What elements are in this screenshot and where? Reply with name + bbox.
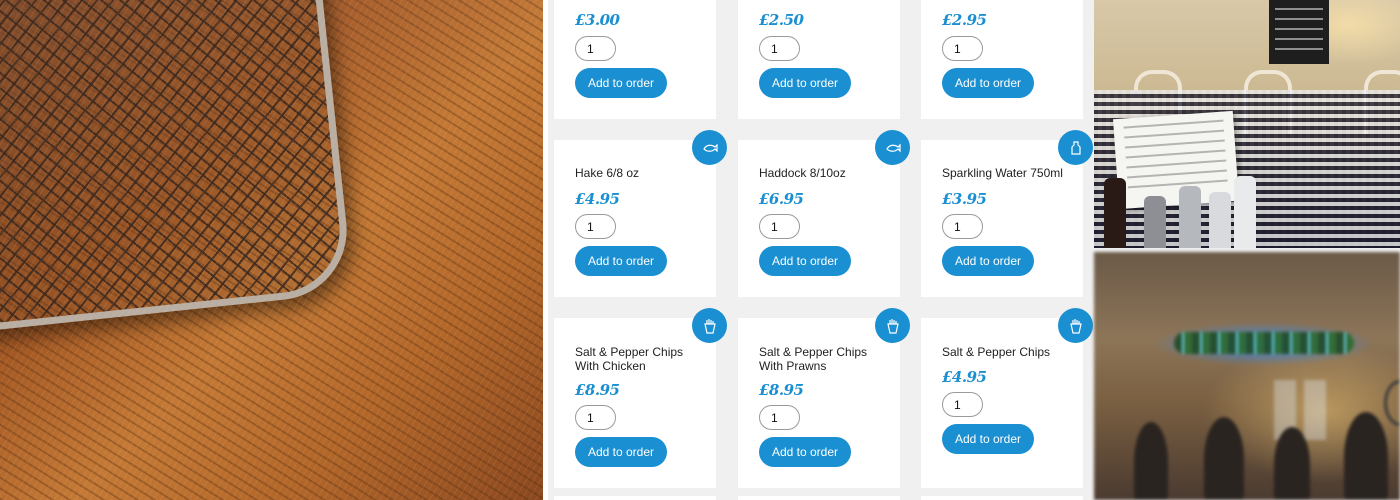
condiment-bottle	[1104, 178, 1126, 248]
product-name: Salt & Pepper Chips With Prawns	[759, 345, 868, 373]
fish-icon	[692, 130, 727, 165]
product-price: £4.95	[575, 190, 620, 208]
menu-chalkboard	[1269, 0, 1329, 64]
product-card: Haddock 8/10oz £6.95 Add to order	[738, 130, 910, 297]
product-price: £4.95	[942, 368, 987, 386]
product-card: £2.50 Add to order	[738, 0, 900, 119]
product-card	[738, 496, 900, 500]
quantity-input[interactable]	[942, 214, 983, 239]
quantity-input[interactable]	[759, 405, 800, 430]
diner	[1274, 427, 1310, 500]
diner	[1204, 417, 1244, 500]
product-name: Sparkling Water 750ml	[942, 166, 1063, 180]
bottle-icon	[1058, 130, 1093, 165]
condiment-bottle	[1144, 196, 1166, 248]
wall-clock	[1384, 380, 1400, 426]
product-name: Salt & Pepper Chips	[942, 345, 1051, 359]
add-to-order-button[interactable]: Add to order	[759, 246, 851, 276]
christmas-garland	[1174, 332, 1354, 354]
product-card: Salt & Pepper Chips £4.95 Add to order	[921, 308, 1093, 488]
product-card: Hake 6/8 oz £4.95 Add to order	[554, 130, 727, 297]
diner	[1344, 412, 1388, 500]
product-price: £8.95	[759, 381, 804, 399]
product-card: £2.95 Add to order	[921, 0, 1083, 119]
product-price: £2.50	[759, 11, 804, 29]
quantity-input[interactable]	[575, 405, 616, 430]
quantity-input[interactable]	[942, 36, 983, 61]
add-to-order-button[interactable]: Add to order	[759, 68, 851, 98]
product-card: Salt & Pepper Chips With Chicken £8.95 A…	[554, 308, 727, 488]
quantity-input[interactable]	[942, 392, 983, 417]
add-to-order-button[interactable]: Add to order	[575, 68, 667, 98]
product-card: Salt & Pepper Chips With Prawns £8.95 Ad…	[738, 308, 910, 488]
restaurant-interior-photo	[1094, 0, 1400, 248]
window	[1304, 380, 1326, 440]
quantity-input[interactable]	[575, 214, 616, 239]
product-price: £6.95	[759, 190, 804, 208]
add-to-order-button[interactable]: Add to order	[942, 246, 1034, 276]
condiment-bottle	[1209, 192, 1231, 248]
product-price: £3.95	[942, 190, 987, 208]
quantity-input[interactable]	[575, 36, 616, 61]
add-to-order-button[interactable]: Add to order	[575, 246, 667, 276]
chips-icon	[875, 308, 910, 343]
product-price: £3.00	[575, 11, 620, 29]
add-to-order-button[interactable]: Add to order	[759, 437, 851, 467]
product-name: Haddock 8/10oz	[759, 166, 846, 180]
product-price: £2.95	[942, 11, 987, 29]
wood-grain	[0, 0, 543, 500]
add-to-order-button[interactable]: Add to order	[575, 437, 667, 467]
chips-icon	[692, 308, 727, 343]
product-card: Sparkling Water 750ml £3.95 Add to order	[921, 130, 1093, 297]
condiment-bottle	[1179, 186, 1201, 248]
quantity-input[interactable]	[759, 214, 800, 239]
diner	[1134, 422, 1168, 500]
add-to-order-button[interactable]: Add to order	[942, 68, 1034, 98]
product-card	[554, 496, 716, 500]
product-grid: £3.00 Add to order £2.50 Add to order £2…	[548, 0, 1094, 500]
condiment-bottle	[1234, 176, 1256, 248]
product-card: £3.00 Add to order	[554, 0, 716, 119]
quantity-input[interactable]	[759, 36, 800, 61]
fish-icon	[875, 130, 910, 165]
chips-icon	[1058, 308, 1093, 343]
wire-basket-photo	[0, 0, 543, 500]
product-name: Hake 6/8 oz	[575, 166, 640, 180]
add-to-order-button[interactable]: Add to order	[942, 424, 1034, 454]
product-card	[921, 496, 1083, 500]
restaurant-dining-photo	[1094, 252, 1400, 500]
product-price: £8.95	[575, 381, 620, 399]
product-name: Salt & Pepper Chips With Chicken	[575, 345, 684, 373]
